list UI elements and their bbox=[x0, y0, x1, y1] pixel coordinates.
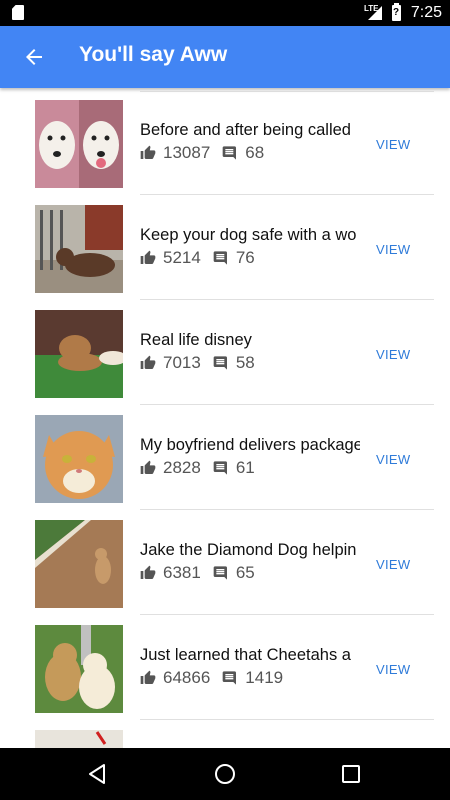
post-list[interactable]: Before and after being called 13087 68 V… bbox=[0, 88, 450, 748]
post-stats: 7013 58 bbox=[140, 353, 267, 373]
list-item[interactable]: My boyfriend delivers package 2828 61 VI… bbox=[0, 403, 450, 510]
comment-count: 76 bbox=[235, 248, 255, 267]
like-count: 7013 bbox=[163, 353, 201, 372]
thumbs-up-icon bbox=[140, 145, 156, 159]
post-stats: 2828 61 bbox=[140, 458, 267, 478]
comment-icon bbox=[213, 566, 227, 580]
app-bar: You'll say Aww bbox=[0, 26, 450, 88]
list-item[interactable]: Real life disney 7013 58 VIEW bbox=[0, 298, 450, 405]
list-item[interactable]: Keep your dog safe with a wo 5214 76 VIE… bbox=[0, 193, 450, 300]
arrow-left-icon[interactable] bbox=[22, 45, 46, 69]
post-stats: 5214 76 bbox=[140, 248, 267, 268]
view-button[interactable]: VIEW bbox=[376, 452, 410, 467]
thumbs-up-icon bbox=[140, 460, 156, 474]
post-thumbnail[interactable] bbox=[35, 415, 123, 503]
comment-icon bbox=[222, 671, 237, 685]
nav-recents-icon[interactable] bbox=[339, 762, 363, 786]
post-thumbnail[interactable] bbox=[35, 625, 123, 713]
page-title: You'll say Aww bbox=[79, 43, 228, 66]
post-title: Real life disney bbox=[140, 331, 252, 349]
comment-count: 65 bbox=[235, 563, 255, 582]
post-stats: 64866 1419 bbox=[140, 668, 295, 688]
post-title: Keep your dog safe with a wo bbox=[140, 226, 357, 244]
list-item[interactable]: Before and after being called 13087 68 V… bbox=[0, 88, 450, 195]
view-button[interactable]: VIEW bbox=[376, 137, 410, 152]
nav-home-icon[interactable] bbox=[213, 762, 237, 786]
thumbs-up-icon bbox=[140, 670, 156, 684]
sd-card-icon bbox=[12, 5, 24, 20]
signal-icon bbox=[368, 6, 382, 20]
comment-count: 1419 bbox=[245, 668, 284, 687]
view-button[interactable]: VIEW bbox=[376, 557, 410, 572]
post-thumbnail[interactable] bbox=[35, 520, 123, 608]
post-stats: 6381 65 bbox=[140, 563, 267, 583]
post-title: Just learned that Cheetahs a bbox=[140, 646, 351, 664]
like-count: 2828 bbox=[163, 458, 201, 477]
navigation-bar bbox=[0, 748, 450, 800]
like-count: 6381 bbox=[163, 563, 201, 582]
view-button[interactable]: VIEW bbox=[376, 662, 410, 677]
post-thumbnail[interactable] bbox=[35, 310, 123, 398]
comment-icon bbox=[213, 251, 227, 265]
thumbs-up-icon bbox=[140, 355, 156, 369]
list-item[interactable]: Jake the Diamond Dog helpin 6381 65 VIEW bbox=[0, 508, 450, 615]
post-thumbnail[interactable] bbox=[35, 205, 123, 293]
nav-back-icon[interactable] bbox=[86, 762, 110, 786]
post-title: Jake the Diamond Dog helpin bbox=[140, 541, 357, 559]
status-time: 7:25 bbox=[410, 4, 442, 21]
comment-icon bbox=[222, 146, 237, 160]
list-item[interactable]: Just learned that Cheetahs a 64866 1419 … bbox=[0, 613, 450, 720]
list-item[interactable] bbox=[0, 718, 450, 748]
like-count: 64866 bbox=[163, 668, 211, 687]
comment-icon bbox=[213, 356, 227, 370]
battery-icon: ? bbox=[392, 3, 401, 21]
post-thumbnail[interactable] bbox=[35, 730, 123, 748]
post-title: My boyfriend delivers package bbox=[140, 436, 360, 454]
status-bar: LTE ? 7:25 bbox=[0, 0, 450, 26]
post-thumbnail[interactable] bbox=[35, 100, 123, 188]
comment-icon bbox=[213, 461, 227, 475]
comment-count: 61 bbox=[235, 458, 255, 477]
view-button[interactable]: VIEW bbox=[376, 347, 410, 362]
thumbs-up-icon bbox=[140, 250, 156, 264]
post-stats: 13087 68 bbox=[140, 143, 276, 163]
comment-count: 58 bbox=[235, 353, 255, 372]
like-count: 5214 bbox=[163, 248, 201, 267]
comment-count: 68 bbox=[245, 143, 265, 162]
thumbs-up-icon bbox=[140, 565, 156, 579]
post-title: Before and after being called bbox=[140, 121, 351, 139]
view-button[interactable]: VIEW bbox=[376, 242, 410, 257]
like-count: 13087 bbox=[163, 143, 211, 162]
